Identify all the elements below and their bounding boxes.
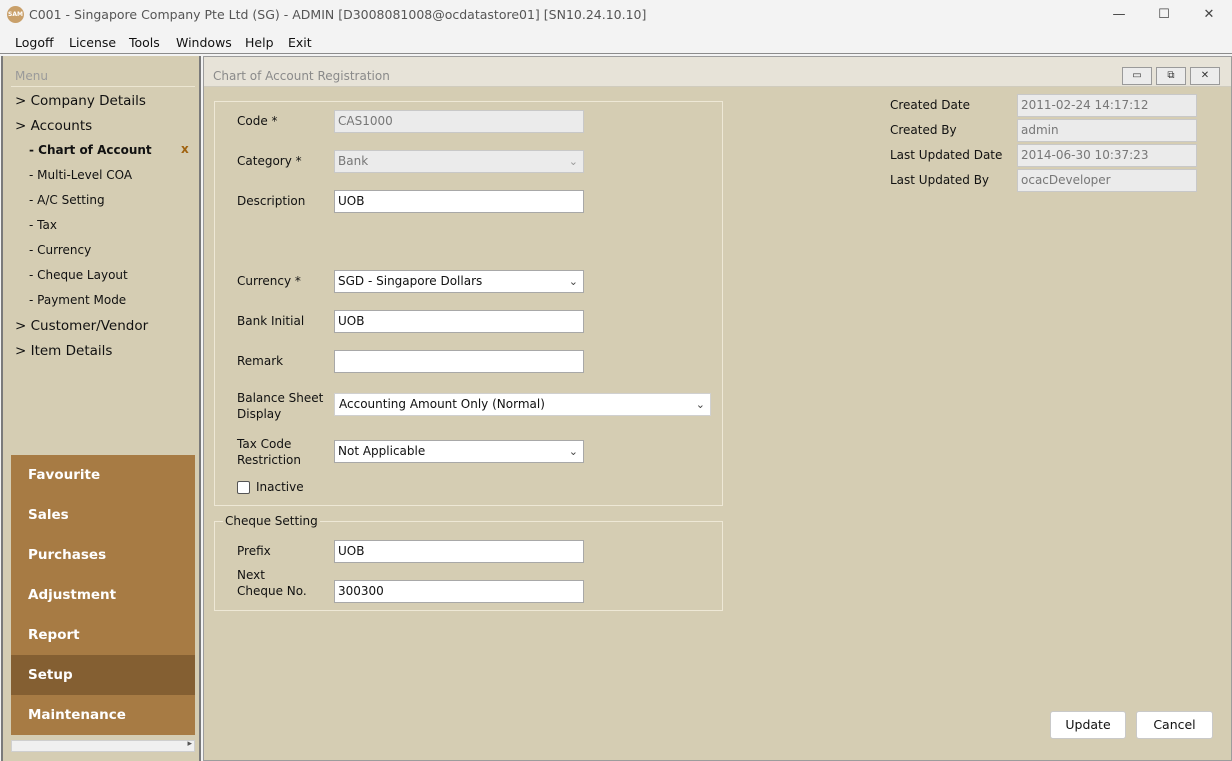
balance-sheet-label-1: Balance Sheet — [237, 391, 324, 405]
menu-help[interactable]: Help — [245, 35, 274, 50]
menu-license[interactable]: License — [69, 35, 116, 50]
tax-code-select[interactable]: Not Applicable ⌄ — [334, 440, 584, 463]
remark-input[interactable] — [334, 350, 584, 373]
next-cheque-label-1: Next — [237, 568, 265, 582]
currency-label: Currency * — [237, 274, 301, 288]
chart-of-account-window: Chart of Account Registration ▭ ⧉ ✕ Code… — [203, 56, 1232, 761]
prefix-label: Prefix — [237, 544, 271, 558]
currency-value: SGD - Singapore Dollars — [338, 274, 483, 288]
tree-chart-of-account[interactable]: - Chart of Account — [29, 143, 152, 157]
menu-logoff[interactable]: Logoff — [15, 35, 54, 50]
balance-sheet-value: Accounting Amount Only (Normal) — [339, 397, 545, 411]
code-label: Code * — [237, 114, 278, 128]
horizontal-scrollbar[interactable]: ▸ — [11, 739, 195, 752]
mdi-close-button[interactable]: ✕ — [1190, 67, 1220, 85]
code-field: CAS1000 — [334, 110, 584, 133]
minimize-button[interactable]: — — [1099, 4, 1139, 26]
chevron-down-icon[interactable]: ⌄ — [569, 271, 578, 292]
chevron-down-icon[interactable]: ⌄ — [696, 394, 705, 415]
last-updated-date-label: Last Updated Date — [890, 148, 1003, 162]
nav-adjustment[interactable]: Adjustment — [11, 575, 195, 615]
tree-item-details[interactable]: > Item Details — [15, 343, 112, 359]
inactive-label: Inactive — [256, 480, 304, 494]
chevron-down-icon[interactable]: ⌄ — [569, 441, 578, 462]
created-date-label: Created Date — [890, 98, 970, 112]
menu-tools[interactable]: Tools — [129, 35, 160, 50]
window-title: C001 - Singapore Company Pte Ltd (SG) - … — [29, 7, 647, 22]
nav-report[interactable]: Report — [11, 615, 195, 655]
last-updated-date-field: 2014-06-30 10:37:23 — [1017, 144, 1197, 167]
category-label: Category * — [237, 154, 302, 168]
bank-initial-input[interactable]: UOB — [334, 310, 584, 333]
next-cheque-label-2: Cheque No. — [237, 584, 307, 598]
currency-select[interactable]: SGD - Singapore Dollars ⌄ — [334, 270, 584, 293]
balance-sheet-select[interactable]: Accounting Amount Only (Normal) ⌄ — [334, 393, 711, 416]
cheque-setting-title: Cheque Setting — [223, 513, 320, 529]
tree-multi-level-coa[interactable]: - Multi-Level COA — [29, 168, 132, 182]
description-input[interactable]: UOB — [334, 190, 584, 213]
title-bar: SAM C001 - Singapore Company Pte Ltd (SG… — [0, 0, 1232, 30]
created-date-field: 2011-02-24 14:17:12 — [1017, 94, 1197, 117]
nav-purchases[interactable]: Purchases — [11, 535, 195, 575]
remark-label: Remark — [237, 354, 284, 368]
category-select: Bank ⌄ — [334, 150, 584, 173]
update-button[interactable]: Update — [1050, 711, 1126, 739]
menu-bar: Logoff License Tools Windows Help Exit — [0, 30, 1232, 54]
form-title: Chart of Account Registration — [213, 69, 390, 83]
tree-accounts[interactable]: > Accounts — [15, 118, 92, 134]
mdi-restore-button[interactable]: ⧉ — [1156, 67, 1186, 85]
nav-maintenance[interactable]: Maintenance — [11, 695, 195, 735]
tax-code-label-2: Restriction — [237, 453, 301, 467]
tree-payment-mode[interactable]: - Payment Mode — [29, 293, 126, 307]
side-menu-panel: Menu > Company Details > Accounts - Char… — [1, 56, 201, 761]
tree-cheque-layout[interactable]: - Cheque Layout — [29, 268, 128, 282]
prefix-input[interactable]: UOB — [334, 540, 584, 563]
cancel-button[interactable]: Cancel — [1136, 711, 1213, 739]
created-by-label: Created By — [890, 123, 957, 137]
last-updated-by-label: Last Updated By — [890, 173, 990, 187]
tree-tax[interactable]: - Tax — [29, 218, 57, 232]
mdi-minimize-button[interactable]: ▭ — [1122, 67, 1152, 85]
tax-code-label-1: Tax Code — [237, 437, 292, 451]
close-window-button[interactable]: ✕ — [1189, 4, 1229, 26]
nav-setup[interactable]: Setup — [11, 655, 195, 695]
menu-tree: > Company Details > Accounts - Chart of … — [11, 86, 195, 500]
inactive-checkbox[interactable] — [237, 481, 250, 494]
menu-windows[interactable]: Windows — [176, 35, 232, 50]
tree-customer-vendor[interactable]: > Customer/Vendor — [15, 318, 148, 334]
chevron-down-icon: ⌄ — [568, 155, 578, 168]
scroll-right-icon[interactable]: ▸ — [187, 739, 192, 749]
last-updated-by-field: ocacDeveloper — [1017, 169, 1197, 192]
category-value: Bank — [338, 154, 369, 168]
tree-ac-setting[interactable]: - A/C Setting — [29, 193, 105, 207]
nav-favourite[interactable]: Favourite — [11, 455, 195, 495]
description-label: Description — [237, 194, 306, 208]
menu-exit[interactable]: Exit — [288, 35, 312, 50]
bank-initial-label: Bank Initial — [237, 314, 305, 328]
maximize-button[interactable]: ☐ — [1144, 4, 1184, 26]
tree-currency[interactable]: - Currency — [29, 243, 91, 257]
created-by-field: admin — [1017, 119, 1197, 142]
app-logo-icon: SAM — [7, 6, 24, 23]
form-title-bar: Chart of Account Registration ▭ ⧉ ✕ — [204, 57, 1231, 87]
menu-caption: Menu — [15, 69, 48, 83]
next-cheque-input[interactable]: 300300 — [334, 580, 584, 603]
nav-sales[interactable]: Sales — [11, 495, 195, 535]
balance-sheet-label-2: Display — [237, 407, 282, 421]
tax-code-value: Not Applicable — [338, 444, 426, 458]
tree-company-details[interactable]: > Company Details — [15, 93, 146, 109]
close-tab-icon[interactable]: x — [181, 142, 189, 156]
